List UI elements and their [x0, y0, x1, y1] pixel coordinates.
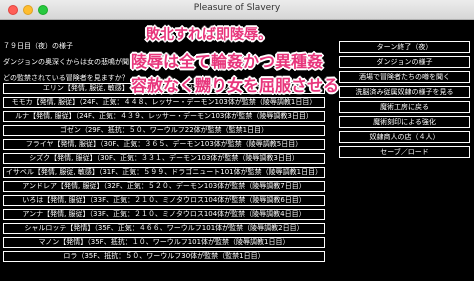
- magic-workshop-button[interactable]: 魔術工房に戻る: [339, 101, 470, 113]
- window-title: Pleasure of Slavery: [193, 3, 281, 13]
- tavern-rumors-button[interactable]: 酒場で冒険者たちの噂を聞く: [339, 71, 470, 83]
- slave-row[interactable]: いろは【発情, 服従】（33F、正気：２１０、ミノタウロス104体が監禁（陵辱調…: [3, 195, 325, 206]
- slave-row[interactable]: ルナ【発情, 服従】（24F、正気：４３９、レッサー・デーモン103体が監禁（陵…: [3, 111, 325, 122]
- slave-row[interactable]: シズク【発情, 服従】（30F、正気：３３１、デーモン103体が監禁（陵辱調教3…: [3, 153, 325, 164]
- slave-row[interactable]: シャルロッテ【発情】（35F、正気：４６６、ワーウルフ101体が監禁（陵辱調教2…: [3, 223, 325, 234]
- slave-row[interactable]: アンナ【発情, 服従】（33F、正気：２１０、ミノタウロス104体が監禁（陵辱調…: [3, 209, 325, 220]
- overlay-caption: 敗北すれば即陵辱。: [146, 27, 272, 43]
- slave-row[interactable]: ロラ（35F、抵抗：５０、ワーウルフ30体が監禁（監禁1日目）: [3, 251, 325, 262]
- game-screen: ７９日目（夜）の様子 ダンジョンの奥深くからは女の悲鳴が聞こえてくる…… どの監…: [0, 20, 474, 281]
- brainwashed-slaves-button[interactable]: 洗脳済み従属奴隷の様子を見る: [339, 86, 470, 98]
- slave-row[interactable]: マノン【発情】（35F、抵抗：１０、ワーウルフ101体が監禁（陵辱調教1日目）: [3, 237, 325, 248]
- dungeon-status-button[interactable]: ダンジョンの様子: [339, 56, 470, 68]
- slave-row[interactable]: フライヤ【発情, 服従】（30F、正気：３６５、デーモン103体が監禁（陵辱調教…: [3, 139, 325, 150]
- slave-row[interactable]: アンドレア【発情, 服従】（32F、正気：５２０、デーモン103体が監禁（陵辱調…: [3, 181, 325, 192]
- overlay-caption: 陵辱は全て輪姦かつ異種姦: [131, 52, 324, 71]
- save-load-button[interactable]: セーブ／ロード: [339, 146, 470, 158]
- message-line: どの監禁されている冒険者を見ますか？: [3, 74, 129, 82]
- window-titlebar: Pleasure of Slavery: [0, 0, 474, 20]
- slave-row[interactable]: モモカ【発情, 服従】（24F、正気：４４８、レッサー・デーモン103体が監禁（…: [3, 97, 325, 108]
- overlay-caption: 容赦なく嬲り女を屈服させる: [131, 76, 340, 95]
- slave-row[interactable]: イサベル【発情, 服従, 敏感】（31F、正気：５９９、ドラゴニュート101体が…: [3, 167, 325, 178]
- magic-crest-button[interactable]: 魔術刻印による強化: [339, 116, 470, 128]
- message-line: ７９日目（夜）の様子: [3, 42, 73, 50]
- slave-row[interactable]: ゴゼン（29F、抵抗：５０、ワーウルフ22体が監禁（監禁1日目）: [3, 125, 325, 136]
- end-turn-button[interactable]: ターン終了（夜）: [339, 41, 470, 53]
- slave-merchant-button[interactable]: 奴隷商人の店（４人）: [339, 131, 470, 143]
